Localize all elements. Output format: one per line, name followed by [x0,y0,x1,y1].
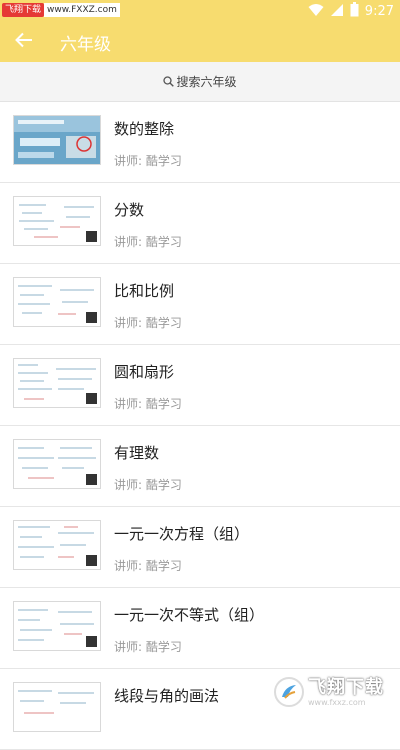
status-time: 9:27 [365,4,394,19]
watermark-name: 飞翔下载 [308,678,384,698]
course-title: 有理数 [114,442,159,463]
signal-icon [330,2,344,21]
wifi-icon [308,2,324,21]
course-title: 一元一次不等式（组） [114,604,264,625]
course-item[interactable]: 有理数 讲师: 酷学习 [0,426,400,507]
course-thumbnail [13,196,101,246]
course-item[interactable]: 分数 讲师: 酷学习 [0,183,400,264]
course-thumbnail [13,277,101,327]
search-bar[interactable]: 搜索六年级 [0,62,400,102]
watermark-text: 飞翔下载 www.fxxz.com [308,678,384,707]
course-title: 线段与角的画法 [114,685,219,706]
status-icons: 9:27 [308,3,394,19]
course-teacher: 讲师: 酷学习 [114,557,182,574]
course-title: 分数 [114,199,144,220]
course-title: 比和比例 [114,280,174,301]
search-label: 搜索六年级 [176,73,236,90]
course-teacher: 讲师: 酷学习 [114,638,182,655]
course-item[interactable]: 比和比例 讲师: 酷学习 [0,264,400,345]
course-item[interactable]: 数的整除 讲师: 酷学习 [0,102,400,183]
course-thumbnail [13,682,101,732]
watermark-logo-icon [274,677,304,707]
page-title: 六年级 [60,30,111,55]
app-bar: 六年级 [0,22,400,62]
watermark-label: 飞翔下载 [2,3,44,17]
back-arrow-icon [15,32,33,52]
course-thumbnail [13,439,101,489]
course-thumbnail [13,115,101,165]
course-thumbnail [13,520,101,570]
course-title: 圆和扇形 [114,361,174,382]
course-item[interactable]: 圆和扇形 讲师: 酷学习 [0,345,400,426]
course-thumbnail [13,601,101,651]
status-bar: 飞翔下载 www.FXXZ.com 9:27 [0,0,400,22]
course-title: 数的整除 [114,118,174,139]
watermark-site: www.fxxz.com [308,698,384,707]
course-item[interactable]: 一元一次方程（组） 讲师: 酷学习 [0,507,400,588]
course-teacher: 讲师: 酷学习 [114,395,182,412]
course-item[interactable]: 一元一次不等式（组） 讲师: 酷学习 [0,588,400,669]
course-teacher: 讲师: 酷学习 [114,476,182,493]
watermark-url: www.FXXZ.com [44,3,120,17]
course-list: 数的整除 讲师: 酷学习 分数 讲师: 酷学习 比和比例 讲师: 酷学习 [0,102,400,750]
back-button[interactable] [2,22,46,62]
course-thumbnail [13,358,101,408]
top-watermark: 飞翔下载 www.FXXZ.com [2,2,120,18]
course-teacher: 讲师: 酷学习 [114,314,182,331]
search-icon [163,72,174,91]
course-teacher: 讲师: 酷学习 [114,233,182,250]
bottom-watermark: 飞翔下载 www.fxxz.com [274,676,392,708]
course-title: 一元一次方程（组） [114,523,249,544]
course-teacher: 讲师: 酷学习 [114,152,182,169]
battery-icon [350,2,359,21]
